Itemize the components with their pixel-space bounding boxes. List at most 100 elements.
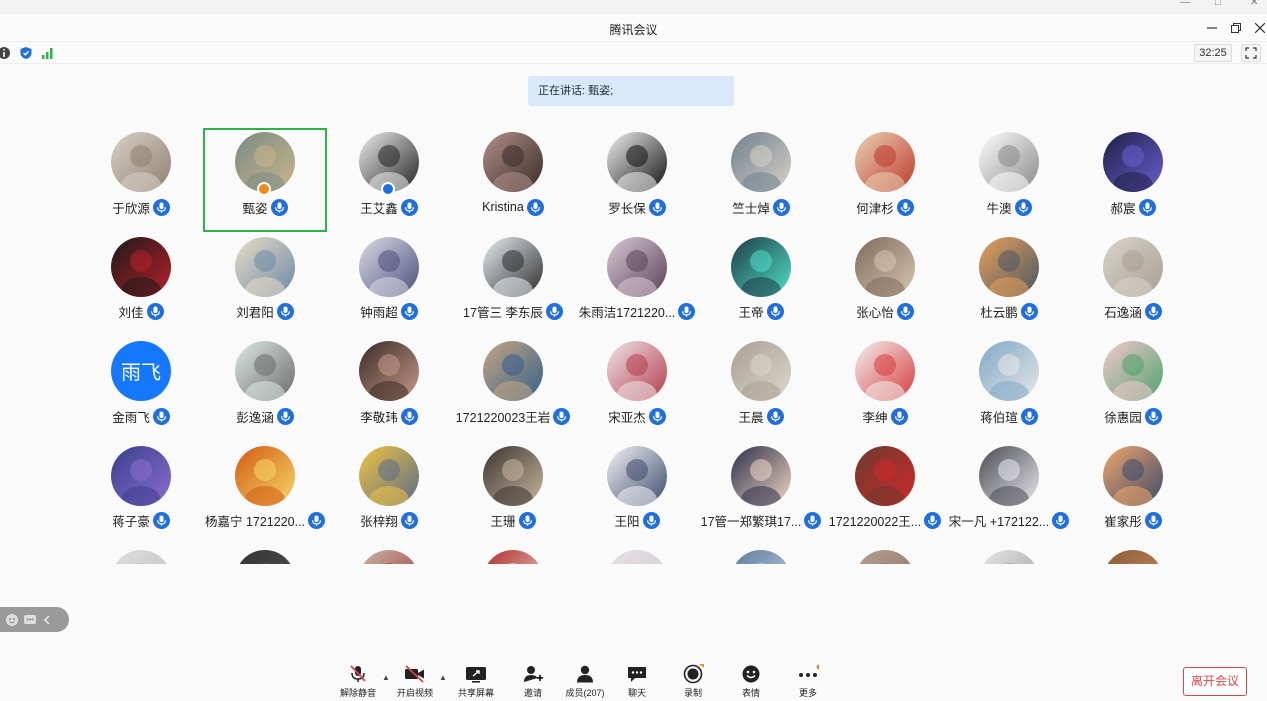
participant-tile[interactable]: 17管一郑繁琪17... bbox=[699, 442, 823, 546]
participant-tile[interactable] bbox=[947, 546, 1071, 564]
participant-tile[interactable]: 于欣源 bbox=[80, 128, 203, 232]
unmute-button[interactable]: 解除静音 bbox=[328, 664, 388, 700]
participant-tile[interactable]: 崔家彤 bbox=[1071, 442, 1190, 546]
participant-name-row: 竺士焯 bbox=[699, 197, 823, 217]
mic-on-icon bbox=[276, 407, 294, 425]
mic-on-icon bbox=[1144, 303, 1162, 320]
mic-on-icon bbox=[526, 198, 544, 216]
participant-tile[interactable]: 17管三 李东辰 bbox=[451, 233, 575, 337]
participant-tile[interactable]: 雨飞 金雨飞 bbox=[80, 337, 203, 441]
avatar bbox=[855, 132, 915, 192]
security-shield-icon[interactable] bbox=[19, 46, 33, 60]
emoji-icon[interactable] bbox=[5, 613, 19, 627]
participant-tile[interactable]: 蒋伯瑄 bbox=[947, 337, 1071, 441]
participant-tile[interactable] bbox=[699, 546, 823, 564]
participant-tile[interactable]: 竺士焯 bbox=[699, 128, 823, 232]
mic-on-icon bbox=[400, 407, 418, 425]
participant-tile[interactable] bbox=[203, 546, 327, 564]
share-screen-button[interactable]: 共享屏幕 bbox=[446, 664, 506, 700]
participant-tile[interactable]: 王阳 bbox=[575, 442, 699, 546]
chat-bubble-icon[interactable] bbox=[23, 613, 37, 627]
reactions-button[interactable]: 表情 bbox=[721, 664, 781, 700]
avatar bbox=[235, 550, 295, 564]
participant-tile[interactable]: 张心怡 bbox=[823, 233, 947, 337]
participant-tile[interactable] bbox=[451, 546, 575, 564]
participant-tile[interactable]: 刘佳 bbox=[80, 233, 203, 337]
participant-tile[interactable]: 王珊 bbox=[451, 442, 575, 546]
avatar bbox=[607, 445, 667, 506]
record-button[interactable]: 录制 bbox=[663, 664, 723, 700]
chat-button[interactable]: 聊天 bbox=[607, 664, 667, 700]
avatar bbox=[731, 550, 791, 564]
network-signal-icon[interactable] bbox=[41, 46, 55, 60]
floating-panel-toggle[interactable] bbox=[0, 607, 69, 632]
participant-tile[interactable]: 张梓翔 bbox=[327, 442, 451, 546]
fullscreen-icon[interactable] bbox=[1241, 44, 1261, 62]
close-button[interactable] bbox=[1250, 18, 1267, 38]
participant-tile[interactable]: 徐惠园 bbox=[1071, 337, 1190, 441]
participant-name-row: 刘佳 bbox=[80, 302, 203, 322]
avatar bbox=[855, 445, 915, 506]
participant-name: 甄姿 bbox=[242, 201, 268, 216]
participant-tile[interactable]: 王艾鑫 bbox=[327, 128, 451, 232]
meeting-window: — □ ✕ 腾讯会议 32:25 正在讲话: 甄姿; 于欣源 甄姿 王艾鑫 Krist… bbox=[0, 0, 1267, 701]
mic-on-icon bbox=[1144, 407, 1162, 425]
participant-tile[interactable]: 蒋子豪 bbox=[80, 442, 203, 546]
start-video-button[interactable]: 开启视频 bbox=[385, 664, 445, 700]
participant-tile[interactable]: 甄姿 bbox=[203, 128, 327, 232]
participant-tile[interactable]: 郝宸 bbox=[1071, 128, 1190, 232]
participant-tile[interactable]: 李敬玮 bbox=[327, 337, 451, 441]
invite-label: 邀请 bbox=[523, 688, 542, 698]
participant-tile[interactable]: 宋亚杰 bbox=[575, 337, 699, 441]
outer-close-icon[interactable]: ✕ bbox=[1250, 0, 1258, 8]
participant-tile[interactable]: 宋一凡 +172122... bbox=[947, 442, 1071, 546]
restore-button[interactable] bbox=[1226, 18, 1246, 38]
record-label: 录制 bbox=[683, 688, 702, 698]
participant-tile[interactable]: 罗长保 bbox=[575, 128, 699, 232]
mic-on-icon bbox=[400, 198, 418, 216]
outer-maximize-icon[interactable]: □ bbox=[1215, 0, 1221, 8]
collapse-left-icon[interactable] bbox=[41, 613, 53, 627]
avatar bbox=[483, 132, 543, 192]
participant-tile[interactable]: 牛澳 bbox=[947, 128, 1071, 232]
leave-meeting-button[interactable]: 离开会议 bbox=[1183, 667, 1247, 696]
more-button[interactable]: 更多 bbox=[778, 664, 838, 700]
participant-tile[interactable]: 杜云鹏 bbox=[947, 233, 1071, 337]
participant-tile[interactable]: 1721220023王岩 bbox=[451, 337, 575, 441]
participant-tile[interactable]: 王帝 bbox=[699, 233, 823, 337]
participant-tile[interactable] bbox=[327, 546, 451, 564]
minimize-button[interactable] bbox=[1202, 18, 1222, 38]
participant-tile[interactable] bbox=[575, 546, 699, 564]
mic-on-icon bbox=[146, 303, 164, 320]
participant-tile[interactable]: 杨嘉宁 1721220... bbox=[203, 442, 327, 546]
participant-tile[interactable]: 刘君阳 bbox=[203, 233, 327, 337]
participant-tile[interactable]: 1721220022王... bbox=[823, 442, 947, 546]
participant-tile[interactable]: Kristina bbox=[451, 128, 575, 232]
members-label: 成员(207) bbox=[565, 688, 605, 698]
participant-name-row: 郝宸 bbox=[1071, 197, 1190, 217]
participant-tile[interactable]: 王晨 bbox=[699, 337, 823, 441]
participant-tile[interactable] bbox=[1071, 546, 1190, 564]
participant-name-row: 王晨 bbox=[699, 406, 823, 426]
avatar bbox=[111, 550, 171, 564]
invite-button[interactable]: 邀请 bbox=[503, 664, 563, 700]
participant-tile[interactable] bbox=[823, 546, 947, 564]
participant-tile[interactable]: 李绅 bbox=[823, 337, 947, 441]
reactions-label: 表情 bbox=[741, 688, 760, 698]
participant-tile[interactable]: 何津杉 bbox=[823, 128, 947, 232]
participant-tile[interactable]: 彭逸涵 bbox=[203, 337, 327, 441]
participant-name: 王艾鑫 bbox=[360, 201, 398, 216]
info-icon[interactable] bbox=[0, 46, 11, 60]
participant-name: 于欣源 bbox=[112, 201, 150, 216]
mic-on-icon bbox=[545, 303, 563, 320]
outer-minimize-icon[interactable]: — bbox=[1180, 0, 1190, 8]
participant-name: 王帝 bbox=[738, 306, 764, 320]
mic-on-icon bbox=[152, 512, 170, 529]
participant-tile[interactable]: 石逸涵 bbox=[1071, 233, 1190, 337]
participant-name: 宋亚杰 bbox=[608, 410, 646, 425]
members-button[interactable]: 成员(207) bbox=[555, 664, 615, 700]
participant-tile[interactable]: 朱雨洁1721220... bbox=[575, 233, 699, 337]
participant-tile[interactable] bbox=[80, 546, 203, 564]
avatar bbox=[359, 550, 419, 564]
participant-tile[interactable]: 钟雨超 bbox=[327, 233, 451, 337]
